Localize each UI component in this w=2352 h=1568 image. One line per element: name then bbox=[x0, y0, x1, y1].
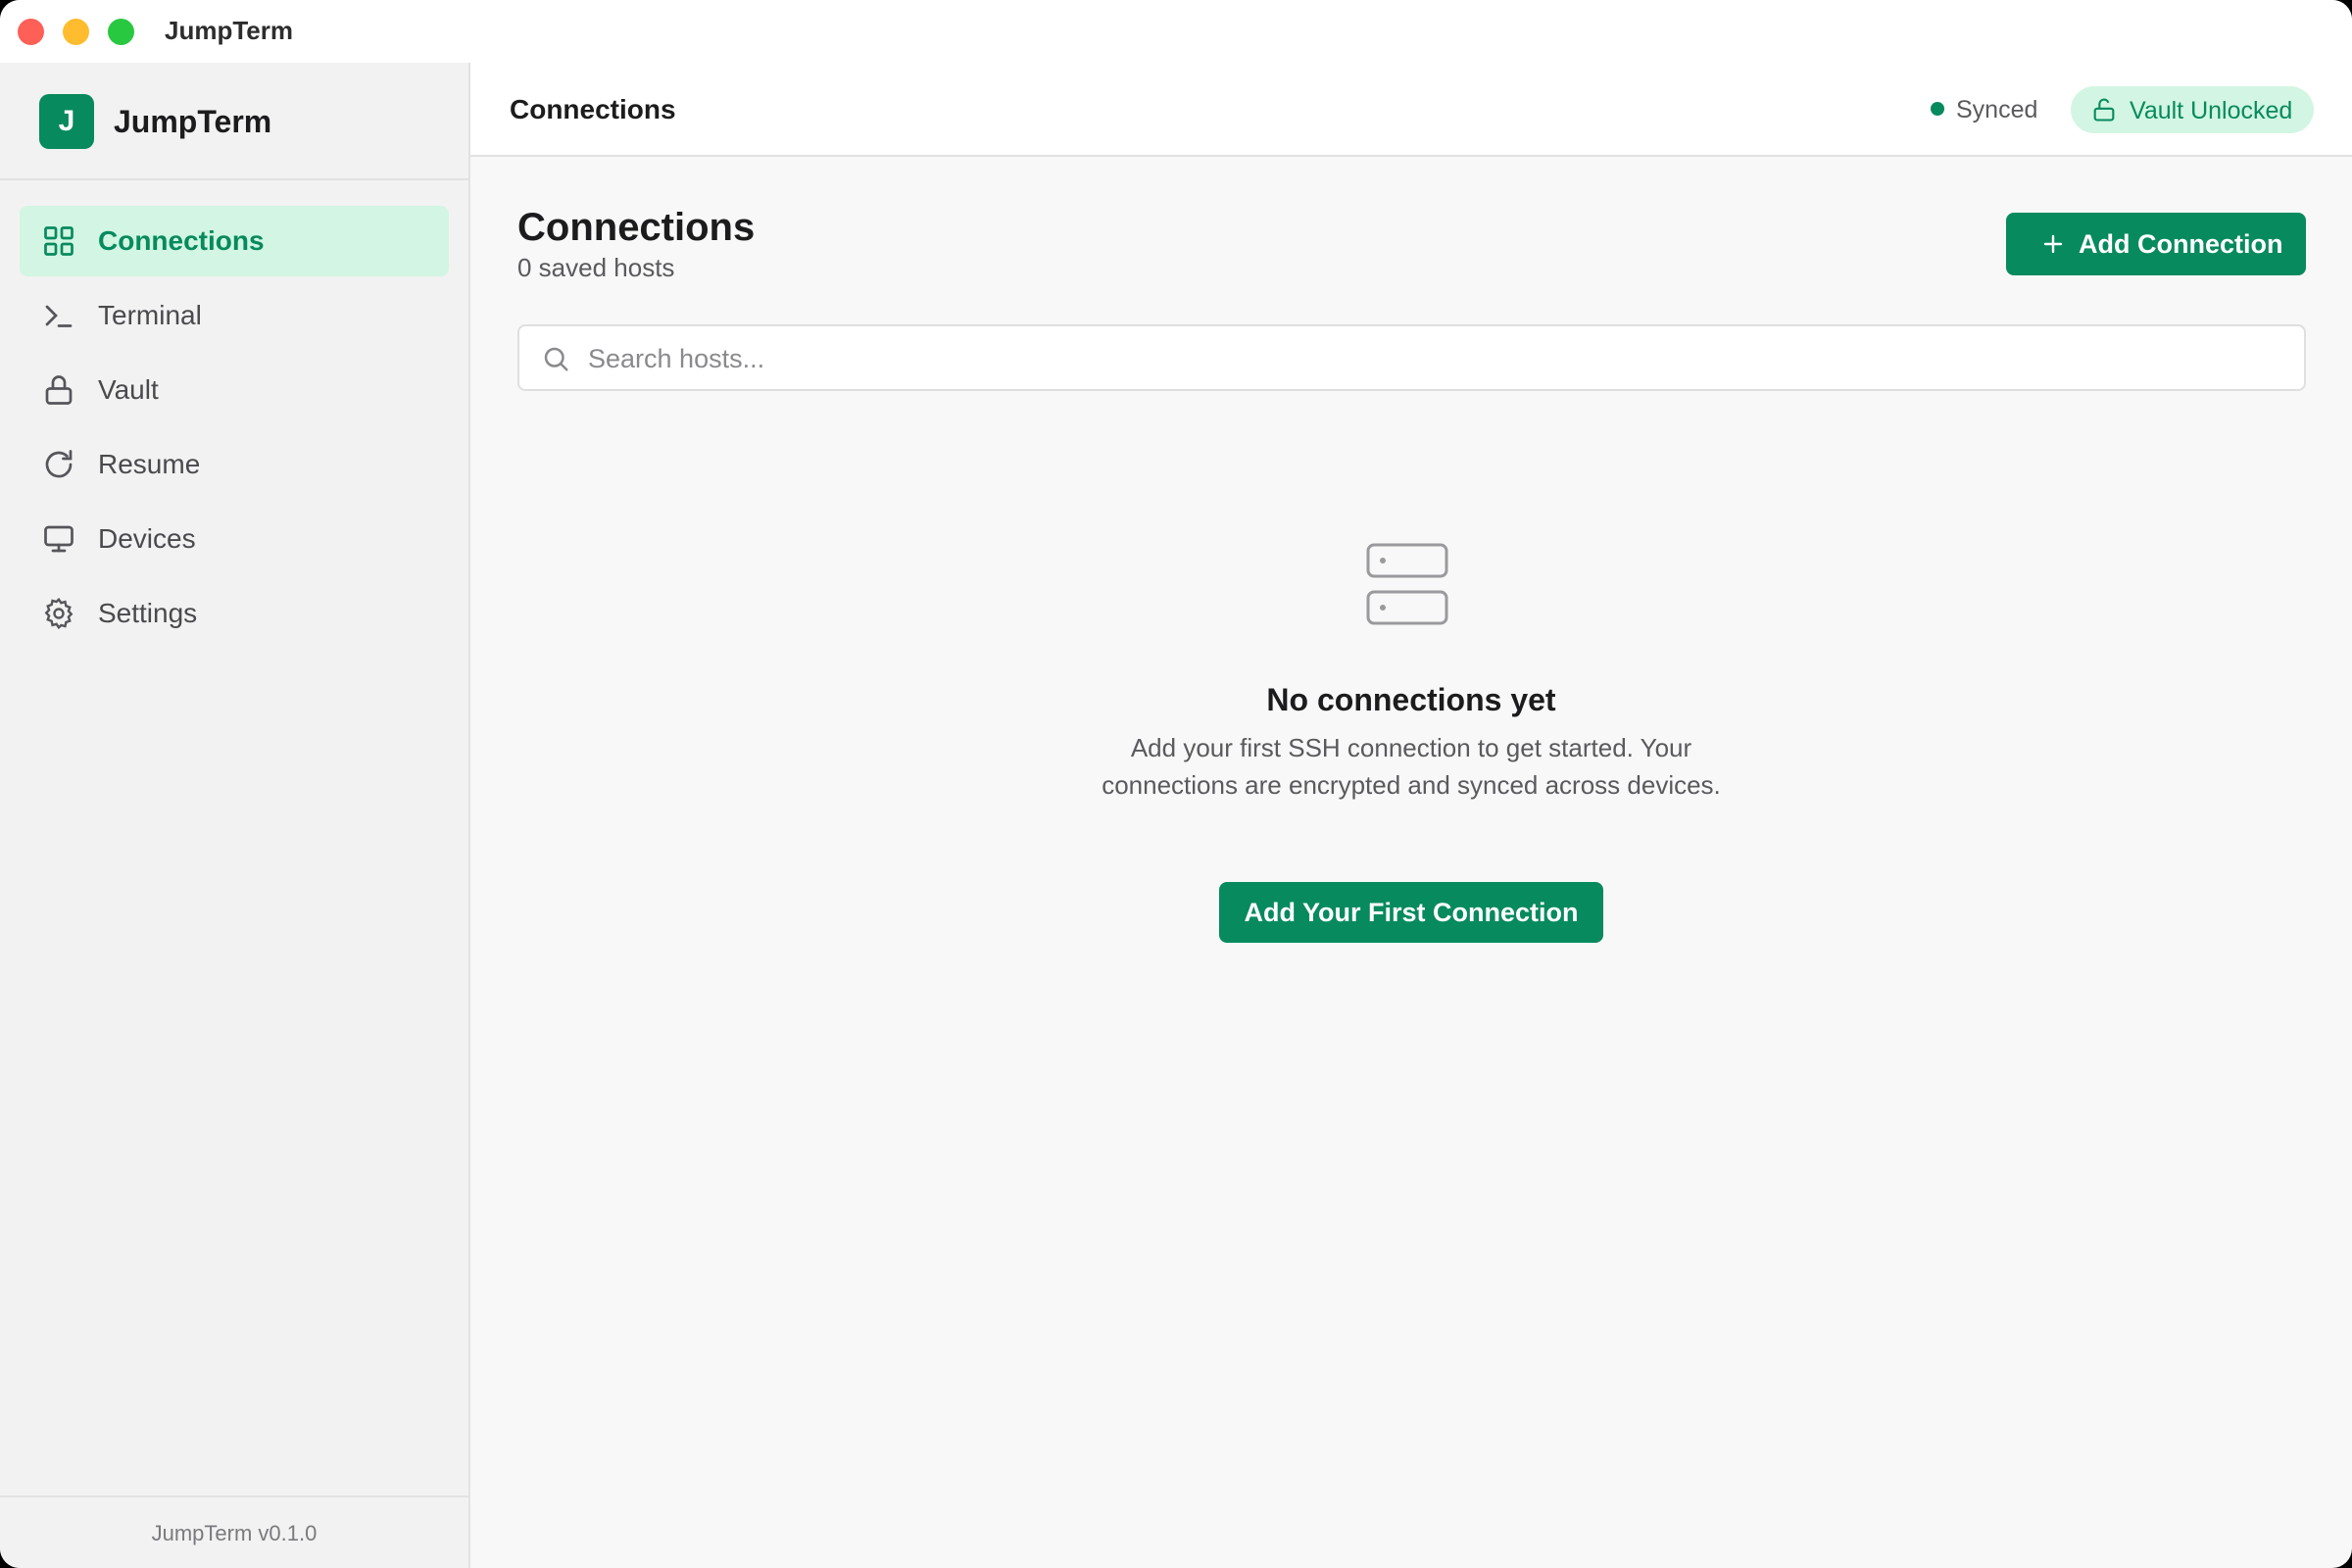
server-icon bbox=[1366, 543, 1448, 625]
search-box[interactable] bbox=[517, 324, 2306, 391]
unlock-icon bbox=[2093, 98, 2115, 122]
sidebar-nav: Connections Terminal Vault Resume Device… bbox=[20, 206, 449, 653]
host-count: 0 saved hosts bbox=[517, 253, 675, 282]
page-title: Connections bbox=[517, 206, 756, 249]
sidebar: J JumpTerm Connections Terminal Vault Re… bbox=[0, 63, 470, 1568]
sidebar-item-label: Devices bbox=[98, 523, 196, 554]
sidebar-brand: J JumpTerm bbox=[0, 63, 468, 180]
app-window: JumpTerm J JumpTerm Connections Terminal bbox=[0, 0, 2352, 1568]
sidebar-item-devices[interactable]: Devices bbox=[20, 504, 449, 574]
header-title: Connections bbox=[510, 94, 676, 124]
sidebar-item-label: Resume bbox=[98, 449, 201, 479]
sidebar-item-label: Settings bbox=[98, 598, 198, 628]
vault-status-badge[interactable]: Vault Unlocked bbox=[2071, 86, 2314, 133]
search-input[interactable] bbox=[588, 340, 2274, 377]
window-title: JumpTerm bbox=[165, 16, 293, 45]
search-icon bbox=[544, 347, 568, 371]
vault-status-label: Vault Unlocked bbox=[2130, 97, 2293, 124]
lock-icon bbox=[45, 375, 73, 405]
empty-state-title: No connections yet bbox=[1266, 682, 1556, 717]
sidebar-footer: JumpTerm v0.1.0 bbox=[0, 1495, 468, 1568]
sidebar-item-vault[interactable]: Vault bbox=[20, 355, 449, 425]
sidebar-item-label: Connections bbox=[98, 225, 265, 256]
add-connection-label: Add Connection bbox=[2079, 229, 2283, 259]
plus-icon bbox=[2043, 234, 2063, 254]
app-name: JumpTerm bbox=[114, 104, 272, 139]
sync-status: Synced bbox=[1956, 96, 2038, 123]
add-first-connection-button[interactable]: Add Your First Connection bbox=[1219, 882, 1603, 943]
sidebar-item-label: Vault bbox=[98, 374, 159, 405]
close-window-button[interactable] bbox=[18, 19, 44, 45]
zoom-window-button[interactable] bbox=[108, 19, 134, 45]
sidebar-item-settings[interactable]: Settings bbox=[20, 578, 449, 649]
minimize-window-button[interactable] bbox=[63, 19, 89, 45]
monitor-icon bbox=[44, 525, 74, 553]
sync-status-dot bbox=[1931, 102, 1944, 116]
title-bar: JumpTerm bbox=[0, 0, 2352, 63]
empty-state-description: Add your first SSH connection to get sta… bbox=[1102, 733, 1721, 800]
sidebar-item-resume[interactable]: Resume bbox=[20, 429, 449, 500]
top-header: Connections Synced Vault Unlocked bbox=[470, 63, 2352, 157]
sidebar-item-terminal[interactable]: Terminal bbox=[20, 280, 449, 351]
refresh-icon bbox=[45, 450, 73, 478]
add-first-connection-label: Add Your First Connection bbox=[1244, 898, 1579, 927]
terminal-icon bbox=[45, 305, 73, 327]
grid-icon bbox=[44, 226, 74, 256]
gear-icon bbox=[44, 597, 74, 630]
sidebar-item-label: Terminal bbox=[98, 300, 202, 330]
add-connection-button[interactable]: Add Connection bbox=[2006, 213, 2306, 275]
app-logo: J bbox=[39, 94, 94, 149]
app-version: JumpTerm v0.1.0 bbox=[151, 1521, 318, 1545]
main-content: Connections 0 saved hosts Add Connection… bbox=[470, 157, 2352, 1568]
sidebar-item-connections[interactable]: Connections bbox=[20, 206, 449, 276]
